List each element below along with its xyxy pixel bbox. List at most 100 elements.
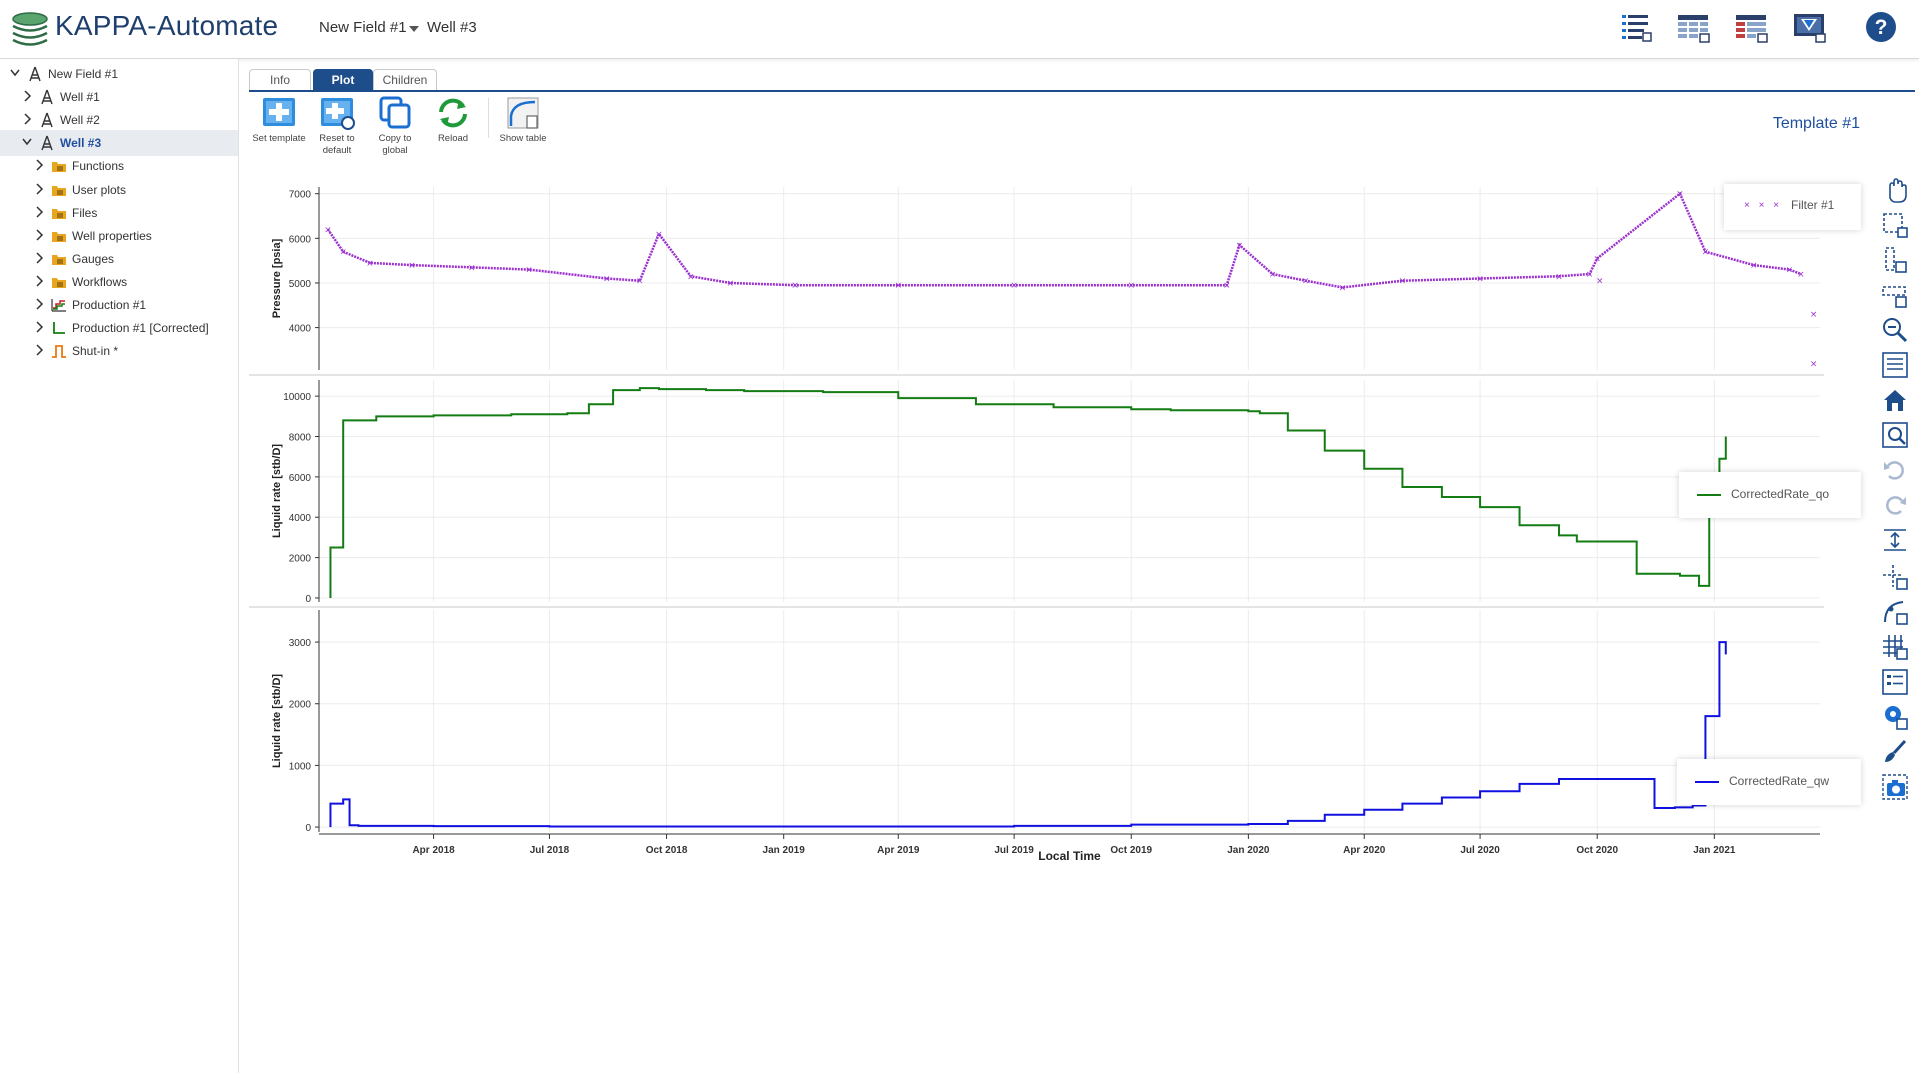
pan-icon[interactable]: [1881, 176, 1909, 204]
tree-item-well-3[interactable]: Well #3: [0, 130, 238, 157]
grid-view-icon[interactable]: [1676, 10, 1712, 46]
tree-item-label: User plots: [72, 182, 127, 197]
legend-icon[interactable]: [1881, 668, 1909, 696]
chevron-right-icon[interactable]: [34, 206, 44, 218]
x-tick-label: Apr 2018: [412, 845, 455, 856]
tree-item-files[interactable]: Files: [0, 200, 238, 226]
pressure-point: ×: [791, 281, 799, 291]
chevron-right-icon[interactable]: [22, 113, 32, 125]
oil-rate-series: [329, 387, 1727, 598]
pressure-point: ×: [1750, 261, 1758, 271]
rig-icon: [41, 89, 53, 105]
tree-item-shut-in[interactable]: Shut-in *: [0, 338, 238, 364]
list-view-icon[interactable]: [1618, 10, 1654, 46]
y-tick-label: 1000: [289, 761, 312, 772]
brush-icon[interactable]: [1881, 738, 1909, 766]
show-table-button[interactable]: Show table: [493, 96, 553, 162]
chevron-right-icon[interactable]: [34, 298, 44, 310]
redo-icon[interactable]: [1881, 491, 1909, 519]
marker-icon[interactable]: [1881, 703, 1909, 731]
pressure-point: ×: [1236, 241, 1244, 251]
tree-item-well-2[interactable]: Well #2: [0, 107, 238, 133]
plot-area[interactable]: 4000 5000 6000 7000 Pressure [psia] × × × × × × × × ×…: [249, 172, 1869, 1072]
tree-item-production-1[interactable]: Production #1: [0, 292, 238, 318]
tree-item-gauges[interactable]: Gauges: [0, 246, 238, 272]
copy-icon: [379, 96, 411, 129]
curve-edit-icon[interactable]: [1881, 598, 1909, 626]
chevron-right-icon[interactable]: [34, 159, 44, 171]
chevron-right-icon[interactable]: [34, 252, 44, 264]
legend-line-oil-icon: [1697, 494, 1721, 496]
copy-to-global-button[interactable]: Copy to global: [365, 96, 425, 162]
chevron-right-icon[interactable]: [34, 182, 44, 195]
camera-icon[interactable]: [1881, 773, 1909, 801]
y-tick-label: 4000: [289, 324, 312, 335]
zoom-region-icon[interactable]: [1881, 351, 1909, 379]
pressure-point: ×: [687, 272, 695, 282]
tree-item-new-field-1[interactable]: New Field #1: [0, 61, 238, 87]
align-axes-icon[interactable]: [1881, 526, 1909, 554]
reset-to-default-button[interactable]: Reset to default: [307, 96, 367, 162]
legend-marker-pressure-icon: × × ×: [1744, 200, 1783, 211]
set-template-label: Set template: [252, 133, 306, 144]
zoom-fit-icon[interactable]: [1881, 421, 1909, 449]
chevron-right-icon[interactable]: [34, 229, 44, 241]
grid-icon[interactable]: [1881, 633, 1909, 661]
tab-info[interactable]: Info: [249, 69, 311, 91]
tree-item-functions[interactable]: Functions: [0, 153, 238, 179]
reset-template-icon: [321, 98, 355, 130]
pressure-point: ×: [324, 225, 332, 235]
tab-plot[interactable]: Plot: [313, 69, 373, 91]
plot-tools-toolbar: [1875, 172, 1915, 832]
add-point-icon[interactable]: [1881, 563, 1909, 591]
tree-item-label: Well #2: [60, 113, 100, 128]
box-zoom-icon[interactable]: [1881, 211, 1909, 239]
zoom-icon[interactable]: [1881, 316, 1909, 344]
legend-label-pressure: Filter #1: [1791, 198, 1835, 212]
show-table-label: Show table: [499, 133, 547, 144]
tree-item-label: Shut-in *: [72, 344, 119, 359]
pressure-point: ×: [1476, 275, 1484, 285]
dashboard-icon[interactable]: [1792, 10, 1828, 46]
y-tick-label: 4000: [289, 513, 312, 524]
pressure-point: ×: [1786, 266, 1794, 276]
set-template-button[interactable]: Set template: [249, 96, 309, 162]
tree-item-label: Production #1 [Corrected]: [72, 321, 209, 336]
chevron-right-icon[interactable]: [34, 321, 44, 333]
tree-item-well-1[interactable]: Well #1: [0, 84, 238, 110]
legend-water[interactable]: CorrectedRate_qw: [1677, 759, 1861, 805]
pressure-point: ×: [1593, 254, 1601, 264]
chevron-right-icon[interactable]: [34, 344, 44, 356]
legend-pressure[interactable]: × × × Filter #1: [1724, 184, 1861, 230]
legend-oil[interactable]: CorrectedRate_qo: [1679, 472, 1861, 518]
pressure-point: ×: [1339, 283, 1347, 293]
breadcrumb-field[interactable]: New Field #1: [319, 19, 407, 36]
undo-icon[interactable]: [1881, 456, 1909, 484]
pressure-point: ×: [468, 263, 476, 273]
tab-children[interactable]: Children: [373, 69, 437, 91]
legend-label-oil: CorrectedRate_qo: [1731, 487, 1830, 501]
x-zoom-icon[interactable]: [1881, 281, 1909, 309]
y-tick-label: 10000: [283, 392, 311, 403]
home-icon[interactable]: [1881, 386, 1909, 414]
tree-item-well-properties[interactable]: Well properties: [0, 223, 238, 249]
y-tick-label: 3000: [289, 638, 312, 649]
pressure-point: ×: [1399, 277, 1407, 287]
breadcrumb-dropdown-icon[interactable]: [409, 26, 419, 32]
tree-item-workflows[interactable]: Workflows: [0, 269, 238, 295]
y-tick-label: 8000: [289, 433, 312, 444]
tree-item-production-1-corrected[interactable]: Production #1 [Corrected]: [0, 315, 238, 341]
y-zoom-icon[interactable]: [1881, 246, 1909, 274]
tree-item-user-plots[interactable]: User plots: [0, 177, 238, 203]
chevron-right-icon[interactable]: [34, 275, 44, 287]
chevron-down-icon[interactable]: [22, 136, 32, 148]
breadcrumb-well[interactable]: Well #3: [427, 19, 477, 36]
table-view-icon[interactable]: [1734, 10, 1770, 46]
chevron-right-icon[interactable]: [22, 90, 32, 102]
help-icon[interactable]: ?: [1863, 10, 1899, 46]
pressure-point: ×: [1676, 190, 1684, 200]
reload-button[interactable]: Reload: [423, 96, 483, 162]
production-corrected-icon: [53, 322, 65, 334]
chevron-down-icon[interactable]: [10, 67, 20, 79]
multi-panel-chart[interactable]: 4000500060007000Pressure [psia]××× × × ×× ××…: [249, 172, 1869, 1072]
